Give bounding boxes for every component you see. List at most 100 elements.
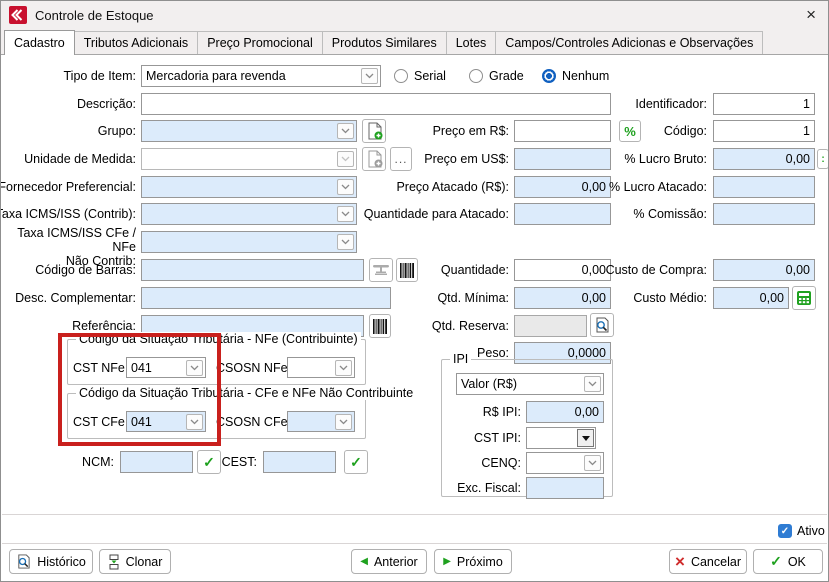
- colon-icon: :: [821, 154, 824, 165]
- tipo-item-select[interactable]: Mercadoria para revenda: [141, 65, 381, 87]
- lucro-bruto-input[interactable]: 0,00: [713, 148, 815, 170]
- cst-nfe-group-title: Código da Situação Tributária - NFe (Con…: [76, 332, 361, 346]
- ativo-checkbox[interactable]: ✓: [778, 524, 792, 538]
- cest-input[interactable]: [263, 451, 336, 473]
- app-logo-icon: [9, 6, 27, 24]
- codigo-barras-input[interactable]: [141, 259, 364, 281]
- cancelar-button[interactable]: × Cancelar: [669, 549, 747, 574]
- close-icon[interactable]: ×: [806, 4, 816, 26]
- csosn-cfe-select[interactable]: [287, 411, 355, 432]
- title-bar: Controle de Estoque ×: [1, 1, 828, 29]
- percent-calc-button[interactable]: %: [619, 120, 641, 142]
- cenq-select[interactable]: [526, 452, 604, 474]
- tab-tributos-adicionais[interactable]: Tributos Adicionais: [74, 31, 198, 54]
- grupo-select[interactable]: [141, 120, 357, 142]
- barcode-button[interactable]: [369, 314, 391, 338]
- qtd-minima-input[interactable]: 0,00: [514, 287, 611, 309]
- tab-produtos-similares[interactable]: Produtos Similares: [322, 31, 447, 54]
- radio-serial[interactable]: Serial: [394, 65, 446, 87]
- tab-campos-controles-adicionas-e-observa-es[interactable]: Campos/Controles Adicionas e Observações: [495, 31, 763, 54]
- scale-icon: [372, 264, 390, 276]
- taxa-icms-contrib-select[interactable]: [141, 203, 357, 225]
- custo-compra-input[interactable]: 0,00: [713, 259, 815, 281]
- clonar-button[interactable]: Clonar: [99, 549, 171, 574]
- cst-cfe-select[interactable]: 041: [126, 411, 206, 432]
- anterior-button[interactable]: ◀ Anterior: [351, 549, 427, 574]
- chevron-down-icon[interactable]: [337, 179, 354, 195]
- chevron-down-icon[interactable]: [186, 360, 203, 376]
- chevron-down-icon[interactable]: [337, 123, 354, 139]
- preco-rs-input[interactable]: [514, 120, 611, 142]
- radio-icon[interactable]: [542, 69, 556, 83]
- validate-cest-button[interactable]: ✓: [344, 450, 368, 474]
- chevron-down-icon[interactable]: [337, 234, 354, 250]
- grupo-label: Grupo:: [98, 120, 136, 142]
- barcode-button[interactable]: [396, 258, 418, 282]
- rs-ipi-input[interactable]: 0,00: [526, 401, 604, 423]
- preco-rs-label: Preço em R$:: [433, 120, 509, 142]
- lucro-atacado-label: % Lucro Atacado:: [609, 176, 707, 198]
- quantidade-input[interactable]: 0,00: [514, 259, 611, 281]
- chevron-down-icon[interactable]: [337, 151, 354, 167]
- preco-uss-input[interactable]: [514, 148, 611, 170]
- dropdown-arrow-icon[interactable]: [577, 429, 594, 447]
- add-grupo-button[interactable]: [362, 119, 386, 143]
- scale-button[interactable]: [369, 258, 393, 282]
- custo-medio-label: Custo Médio:: [633, 287, 707, 309]
- lucro-atacado-input[interactable]: [713, 176, 815, 198]
- tab-bar: CadastroTributos AdicionaisPreço Promoci…: [1, 29, 828, 55]
- comissao-input[interactable]: [713, 203, 815, 225]
- exc-fiscal-input[interactable]: [526, 477, 604, 499]
- desc-complementar-input[interactable]: [141, 287, 391, 309]
- cst-nfe-select[interactable]: 041: [126, 357, 206, 378]
- qtd-atacado-input[interactable]: [514, 203, 611, 225]
- fornecedor-select[interactable]: [141, 176, 357, 198]
- qtd-minima-label: Qtd. Mínima:: [437, 287, 509, 309]
- radio-icon[interactable]: [469, 69, 483, 83]
- historico-button[interactable]: Histórico: [9, 549, 93, 574]
- cst-ipi-select[interactable]: [526, 427, 596, 449]
- add-unidade-button[interactable]: [362, 147, 386, 171]
- chevron-down-icon[interactable]: [186, 414, 203, 430]
- tab-pre-o-promocional[interactable]: Preço Promocional: [197, 31, 323, 54]
- cenq-label: CENQ:: [481, 452, 521, 474]
- tab-cadastro[interactable]: Cadastro: [4, 30, 75, 55]
- chevron-down-icon[interactable]: [335, 414, 352, 430]
- taxa-icms-nao-contrib-select[interactable]: [141, 231, 357, 253]
- chevron-down-icon[interactable]: [361, 68, 378, 84]
- codigo-input[interactable]: 1: [713, 120, 815, 142]
- chevron-down-icon[interactable]: [584, 455, 601, 471]
- proximo-button[interactable]: ▶ Próximo: [434, 549, 512, 574]
- identificador-input[interactable]: 1: [713, 93, 815, 115]
- cst-ipi-label: CST IPI:: [474, 427, 521, 449]
- chevron-down-icon[interactable]: [337, 206, 354, 222]
- barcode-icon: [400, 263, 414, 278]
- document-add-icon: [366, 122, 383, 140]
- ellipsis-icon: ...: [394, 152, 407, 166]
- csosn-nfe-select[interactable]: [287, 357, 355, 378]
- validate-ncm-button[interactable]: ✓: [197, 450, 221, 474]
- taxa-icms-contrib-label: Taxa ICMS/ISS (Contrib):: [0, 203, 136, 225]
- calculate-custo-medio-button[interactable]: [792, 286, 816, 310]
- tab-lotes[interactable]: Lotes: [446, 31, 497, 54]
- ipi-tipo-select[interactable]: Valor (R$): [456, 373, 604, 395]
- radio-grade[interactable]: Grade: [469, 65, 524, 87]
- custo-medio-input[interactable]: 0,00: [713, 287, 789, 309]
- descricao-input[interactable]: [141, 93, 611, 115]
- qtd-reserva-lookup-button[interactable]: [590, 313, 614, 337]
- preco-atacado-input[interactable]: 0,00: [514, 176, 611, 198]
- check-icon: ✓: [203, 454, 215, 471]
- radio-icon[interactable]: [394, 69, 408, 83]
- ncm-label: NCM:: [82, 451, 114, 473]
- unidade-select[interactable]: [141, 148, 357, 170]
- ok-button[interactable]: ✓ OK: [753, 549, 823, 574]
- csosn-nfe-label: CSOSN NFe:: [216, 357, 291, 379]
- unidade-label: Unidade de Medida:: [24, 148, 136, 170]
- unidade-more-button[interactable]: ...: [390, 147, 412, 171]
- lucro-bruto-options-button[interactable]: :: [817, 149, 829, 169]
- chevron-down-icon[interactable]: [584, 376, 601, 392]
- comissao-label: % Comissão:: [633, 203, 707, 225]
- radio-nenhum[interactable]: Nenhum: [542, 65, 609, 87]
- chevron-down-icon[interactable]: [335, 360, 352, 376]
- ncm-input[interactable]: [120, 451, 193, 473]
